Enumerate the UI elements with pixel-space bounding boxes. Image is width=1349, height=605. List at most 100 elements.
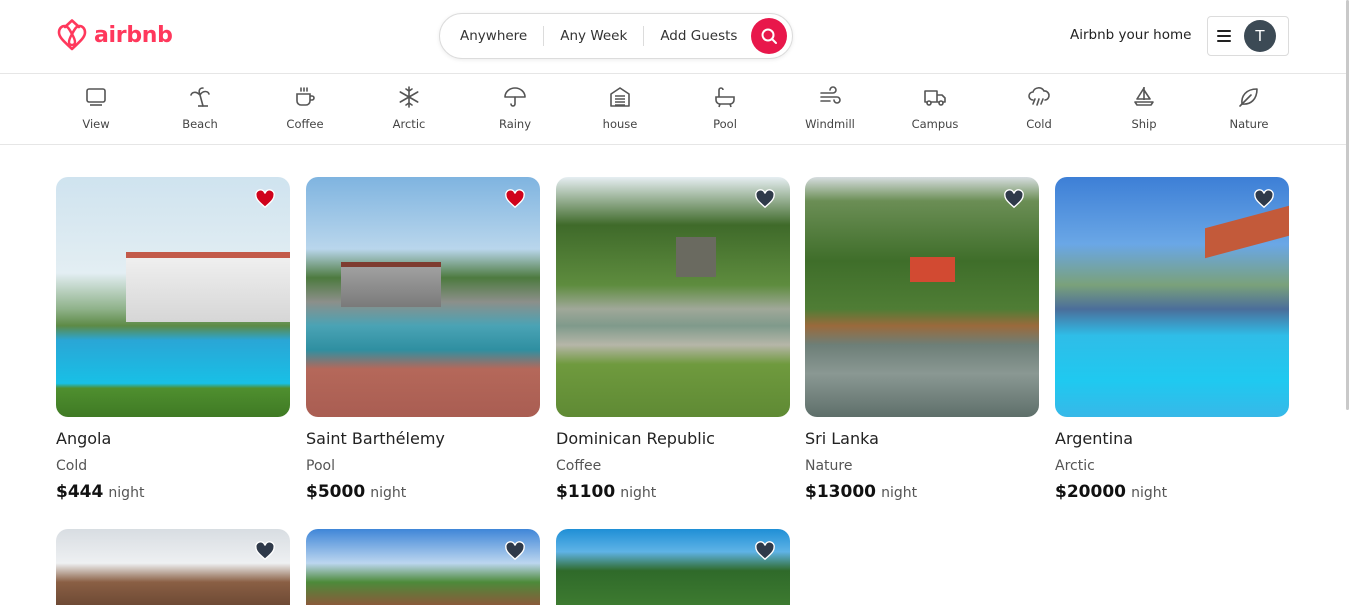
wind-icon — [820, 86, 841, 104]
host-your-home-link[interactable]: Airbnb your home — [1070, 27, 1191, 43]
category-ship[interactable]: Ship — [1104, 85, 1184, 131]
listing-card[interactable] — [556, 529, 790, 605]
listing-title: Angola — [56, 429, 112, 448]
listing-photo[interactable] — [556, 529, 790, 605]
category-house[interactable]: house — [580, 85, 660, 131]
listing-category: Pool — [306, 458, 335, 474]
listing-photo[interactable] — [306, 177, 540, 417]
heart-outline-icon — [755, 541, 775, 561]
listing-price-row: $13000 night — [805, 482, 1039, 502]
listing-category: Nature — [805, 458, 853, 474]
search-divider — [643, 26, 645, 46]
listing-card[interactable]: Saint Barthélemy Pool $5000 night — [306, 177, 540, 502]
listing-card[interactable] — [56, 529, 290, 605]
listing-card[interactable]: Dominican Republic Coffee $1100 night — [556, 177, 790, 502]
favorite-heart-button[interactable] — [754, 189, 776, 209]
favorite-heart-button[interactable] — [254, 189, 276, 209]
favorite-heart-button[interactable] — [254, 541, 276, 561]
listing-image — [56, 177, 290, 417]
listing-price-row: $1100 night — [556, 482, 790, 502]
category-label: Nature — [1229, 117, 1269, 131]
user-menu-button[interactable]: T — [1207, 16, 1289, 56]
listing-category: Coffee — [556, 458, 602, 474]
search-bar[interactable]: Anywhere Any Week Add Guests — [439, 13, 793, 59]
listing-title: Argentina — [1055, 429, 1134, 448]
search-divider — [543, 26, 545, 46]
heart-filled-icon — [505, 189, 525, 209]
category-cold[interactable]: Cold — [999, 85, 1079, 131]
listing-photo[interactable] — [56, 529, 290, 605]
logo-wordmark: airbnb — [94, 22, 173, 48]
airbnb-logo[interactable]: airbnb — [56, 18, 173, 52]
bathtub-icon — [715, 87, 735, 108]
search-who[interactable]: Add Guests — [660, 28, 737, 44]
heart-outline-icon — [505, 541, 525, 561]
listing-price: $20000 — [1055, 482, 1126, 502]
listing-card[interactable]: Angola Cold $444 night — [56, 177, 290, 502]
top-navbar: airbnb Anywhere Any Week Add Guests Airb… — [0, 0, 1349, 74]
listing-price-unit: night — [620, 485, 657, 501]
view-icon — [86, 88, 106, 106]
listing-card[interactable]: Sri Lanka Nature $13000 night — [805, 177, 1039, 502]
truck-icon — [924, 90, 946, 106]
category-campus[interactable]: Campus — [895, 85, 975, 131]
sailboat-icon — [1134, 87, 1154, 106]
listing-image — [306, 177, 540, 417]
search-when[interactable]: Any Week — [560, 28, 627, 44]
listing-image — [805, 177, 1039, 417]
category-bar: View Beach Coffee Arctic Rainy house Poo… — [0, 74, 1349, 145]
favorite-heart-button[interactable] — [1253, 189, 1275, 209]
listing-photo[interactable] — [306, 529, 540, 605]
heart-outline-icon — [255, 541, 275, 561]
listing-card[interactable]: Argentina Arctic $20000 night — [1055, 177, 1289, 502]
category-label: Windmill — [805, 117, 855, 131]
category-label: Ship — [1131, 117, 1157, 131]
favorite-heart-button[interactable] — [504, 189, 526, 209]
house-icon — [610, 87, 630, 107]
listing-photo[interactable] — [556, 177, 790, 417]
listing-photo[interactable] — [1055, 177, 1289, 417]
favorite-heart-button[interactable] — [1003, 189, 1025, 209]
listing-price-unit: night — [108, 485, 145, 501]
listing-price: $444 — [56, 482, 104, 502]
listing-card[interactable] — [306, 529, 540, 605]
favorite-heart-button[interactable] — [504, 541, 526, 561]
category-view[interactable]: View — [56, 85, 136, 131]
listing-image — [556, 177, 790, 417]
category-arctic[interactable]: Arctic — [369, 85, 449, 131]
heart-outline-icon — [1004, 189, 1024, 209]
category-label: Pool — [713, 117, 737, 131]
heart-filled-icon — [255, 189, 275, 209]
listing-price-unit: night — [1131, 485, 1168, 501]
snowflake-icon — [399, 86, 419, 108]
heart-outline-icon — [755, 189, 775, 209]
airbnb-logo-icon — [57, 19, 87, 51]
listing-price: $1100 — [556, 482, 616, 502]
category-windmill[interactable]: Windmill — [790, 85, 870, 131]
category-beach[interactable]: Beach — [160, 85, 240, 131]
listing-price-unit: night — [370, 485, 407, 501]
listing-price: $5000 — [306, 482, 366, 502]
category-label: Campus — [911, 117, 959, 131]
category-pool[interactable]: Pool — [685, 85, 765, 131]
listing-price-row: $20000 night — [1055, 482, 1289, 502]
category-label: Arctic — [392, 117, 426, 131]
category-rainy[interactable]: Rainy — [475, 85, 555, 131]
category-coffee[interactable]: Coffee — [265, 85, 345, 131]
listing-image — [1055, 177, 1289, 417]
listing-price-unit: night — [881, 485, 918, 501]
search-where[interactable]: Anywhere — [460, 28, 527, 44]
listing-title: Sri Lanka — [805, 429, 879, 448]
hamburger-menu-icon — [1217, 30, 1231, 42]
category-label: Beach — [182, 117, 218, 131]
coffee-cup-icon — [296, 87, 315, 106]
palm-tree-icon — [190, 87, 210, 107]
listing-photo[interactable] — [56, 177, 290, 417]
listing-photo[interactable] — [805, 177, 1039, 417]
listing-price-row: $5000 night — [306, 482, 540, 502]
category-nature[interactable]: Nature — [1209, 85, 1289, 131]
search-button[interactable] — [751, 18, 787, 54]
favorite-heart-button[interactable] — [754, 541, 776, 561]
listing-category: Arctic — [1055, 458, 1095, 474]
category-label: house — [602, 117, 638, 131]
